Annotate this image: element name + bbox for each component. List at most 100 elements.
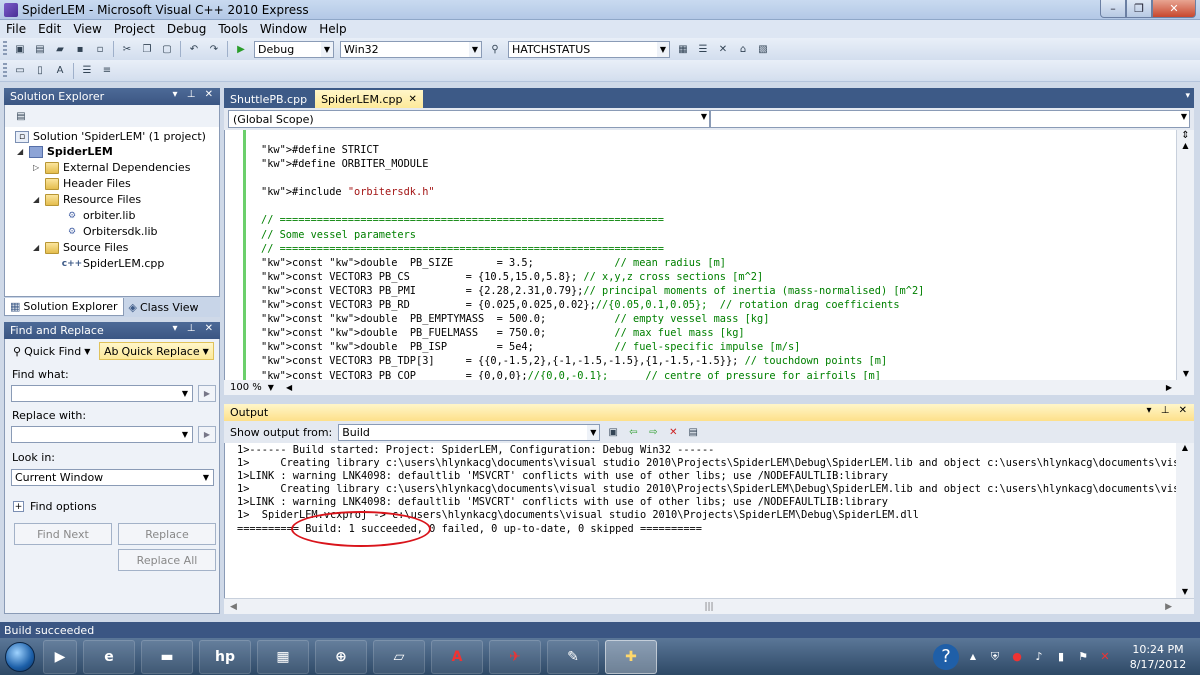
show-hidden-icons[interactable]: ▲ (965, 649, 981, 665)
save-icon[interactable]: ▪ (71, 41, 89, 57)
go-to-previous-icon[interactable]: ⇨ (644, 424, 662, 440)
open-file-icon[interactable]: ▰ (51, 41, 69, 57)
tree-node-orbiter-lib[interactable]: ⚙ orbiter.lib (65, 208, 136, 223)
menu-edit[interactable]: Edit (32, 22, 67, 36)
scroll-left-icon[interactable]: ◀ (230, 602, 237, 612)
toolbar-grip[interactable] (3, 62, 7, 79)
menu-file[interactable]: File (0, 22, 32, 36)
scroll-down-icon[interactable]: ▼ (1176, 587, 1194, 596)
close-icon[interactable]: ✕ (408, 94, 416, 105)
tree-node-resource-files[interactable]: ◢ Resource Files (33, 192, 141, 207)
copy-icon[interactable]: ❐ (138, 41, 156, 57)
go-to-next-icon[interactable]: ⇦ (624, 424, 642, 440)
collapse-triangle-icon[interactable]: ◢ (33, 243, 43, 252)
restore-button[interactable]: ❐ (1126, 0, 1152, 18)
close-button[interactable]: ✕ (1152, 0, 1196, 18)
replace-expression-button[interactable]: ▶ (198, 426, 216, 443)
menu-help[interactable]: Help (313, 22, 352, 36)
chevron-down-icon[interactable]: ▼ (268, 383, 274, 392)
scroll-up-icon[interactable]: ▲ (1177, 141, 1194, 150)
code-editor[interactable]: "kw">#define STRICT "kw">#define ORBITER_… (224, 130, 1176, 380)
properties-icon[interactable]: ▤ (12, 108, 30, 124)
output-horizontal-scrollbar[interactable]: ◀ ||| ▶ (224, 598, 1194, 614)
scroll-down-icon[interactable]: ▼ (1177, 369, 1195, 378)
panel-controls[interactable]: ▾ ⊥ ✕ (173, 323, 216, 334)
outdent-icon[interactable]: ☰ (78, 63, 96, 79)
find-combo[interactable]: HATCHSTATUS ▼ (508, 40, 670, 58)
clear-all-icon[interactable]: ✕ (664, 424, 682, 440)
cut-icon[interactable]: ✂ (118, 41, 136, 57)
expand-triangle-icon[interactable]: ▷ (33, 163, 43, 172)
start-debugging-icon[interactable]: ▶ (232, 41, 250, 57)
menu-project[interactable]: Project (108, 22, 161, 36)
output-source-combo[interactable]: Build ▼ (338, 423, 601, 441)
panel-controls[interactable]: ▾ ⊥ ✕ (173, 89, 216, 100)
look-in-select[interactable]: Current Window ▼ (11, 469, 214, 486)
collapse-triangle-icon[interactable]: ◢ (17, 147, 27, 156)
volume-icon[interactable]: ♪ (1031, 649, 1047, 665)
acrobat-icon[interactable]: A (431, 639, 483, 674)
find-expression-button[interactable]: ▶ (198, 385, 216, 402)
tab-quick-find[interactable]: ⚲ Quick Find ▼ (9, 342, 94, 360)
tree-node-header-files[interactable]: Header Files (45, 176, 131, 191)
tab-dropdown-icon[interactable]: ▾ (1185, 91, 1190, 101)
find-what-input[interactable]: ▼ (11, 385, 193, 402)
visual-studio-icon[interactable]: ✚ (605, 639, 657, 674)
platform-combo[interactable]: Win32 ▼ (340, 40, 482, 58)
scroll-left-icon[interactable]: ◀ (286, 383, 292, 392)
tree-node-external-deps[interactable]: ▷ External Dependencies (33, 160, 190, 175)
antivirus-icon[interactable]: ● (1009, 649, 1025, 665)
find-in-files-icon[interactable]: ⚲ (486, 41, 504, 57)
output-vertical-scrollbar[interactable]: ▲ ▼ (1176, 443, 1194, 598)
extension-icon[interactable]: ▧ (754, 41, 772, 57)
tree-node-project[interactable]: ◢ SpiderLEM (17, 144, 113, 159)
quick-info-icon[interactable]: ▭ (11, 63, 29, 79)
network-globe-icon[interactable]: ⊕ (315, 639, 367, 674)
tree-node-orbitersdk-lib[interactable]: ⚙ Orbitersdk.lib (65, 224, 158, 239)
power-icon[interactable]: ✕ (1097, 649, 1113, 665)
zoom-level[interactable]: 100 % (230, 382, 262, 393)
file-explorer-icon[interactable]: ▦ (257, 639, 309, 674)
config-combo[interactable]: Debug ▼ (254, 40, 334, 58)
tab-solution-explorer[interactable]: ▦ Solution Explorer (4, 298, 124, 316)
save-all-icon[interactable]: ▫ (91, 41, 109, 57)
start-button[interactable] (0, 639, 40, 675)
undo-icon[interactable]: ↶ (185, 41, 203, 57)
minimize-button[interactable]: – (1100, 0, 1126, 18)
menu-tools[interactable]: Tools (212, 22, 254, 36)
tab-class-view[interactable]: ◈ Class View (124, 298, 204, 316)
start-page-icon[interactable]: ⌂ (734, 41, 752, 57)
find-message-icon[interactable]: ▣ (604, 424, 622, 440)
toolbar-grip[interactable] (3, 41, 7, 57)
word-complete-icon[interactable]: A (51, 63, 69, 79)
internet-explorer-icon[interactable]: e (83, 639, 135, 674)
tree-node-spiderlem-cpp[interactable]: c++ SpiderLEM.cpp (62, 256, 165, 271)
word-wrap-icon[interactable]: ▤ (684, 424, 702, 440)
clock[interactable]: 10:24 PM 8/17/2012 (1116, 642, 1200, 672)
find-options-toggle[interactable]: + Find options (13, 500, 97, 513)
menu-window[interactable]: Window (254, 22, 313, 36)
redo-icon[interactable]: ↷ (205, 41, 223, 57)
media-player-icon[interactable]: ▶ (43, 639, 77, 674)
panel-controls[interactable]: ▾ ⊥ ✕ (1147, 405, 1190, 416)
editor-vertical-scrollbar[interactable]: ⇕ ▲ ▼ (1176, 130, 1194, 380)
scope-combo[interactable]: (Global Scope) ▼ (228, 110, 710, 128)
split-icon[interactable]: ⇕ (1177, 130, 1194, 141)
scroll-thumb[interactable]: ||| (704, 602, 713, 612)
parameter-info-icon[interactable]: ▯ (31, 63, 49, 79)
tab-quick-replace[interactable]: Ab Quick Replace ▼ (99, 342, 214, 360)
add-item-icon[interactable]: ▤ (31, 41, 49, 57)
find-next-button[interactable]: Find Next (14, 523, 112, 545)
tab-spiderlem-cpp[interactable]: SpiderLEM.cpp ✕ (315, 90, 423, 108)
shield-icon[interactable]: ⛨ (987, 649, 1003, 665)
network-signal-icon[interactable]: ▮ (1053, 649, 1069, 665)
menu-view[interactable]: View (67, 22, 107, 36)
notepad-icon[interactable]: ▱ (373, 639, 425, 674)
toolbox-icon[interactable]: ✕ (714, 41, 732, 57)
scroll-right-icon[interactable]: ▶ (1166, 383, 1172, 392)
tree-node-source-files[interactable]: ◢ Source Files (33, 240, 128, 255)
scroll-right-icon[interactable]: ▶ (1165, 602, 1172, 612)
new-project-icon[interactable]: ▣ (11, 41, 29, 57)
tab-shuttlepb-cpp[interactable]: ShuttlePB.cpp (224, 90, 313, 108)
paint-icon[interactable]: ✎ (547, 639, 599, 674)
